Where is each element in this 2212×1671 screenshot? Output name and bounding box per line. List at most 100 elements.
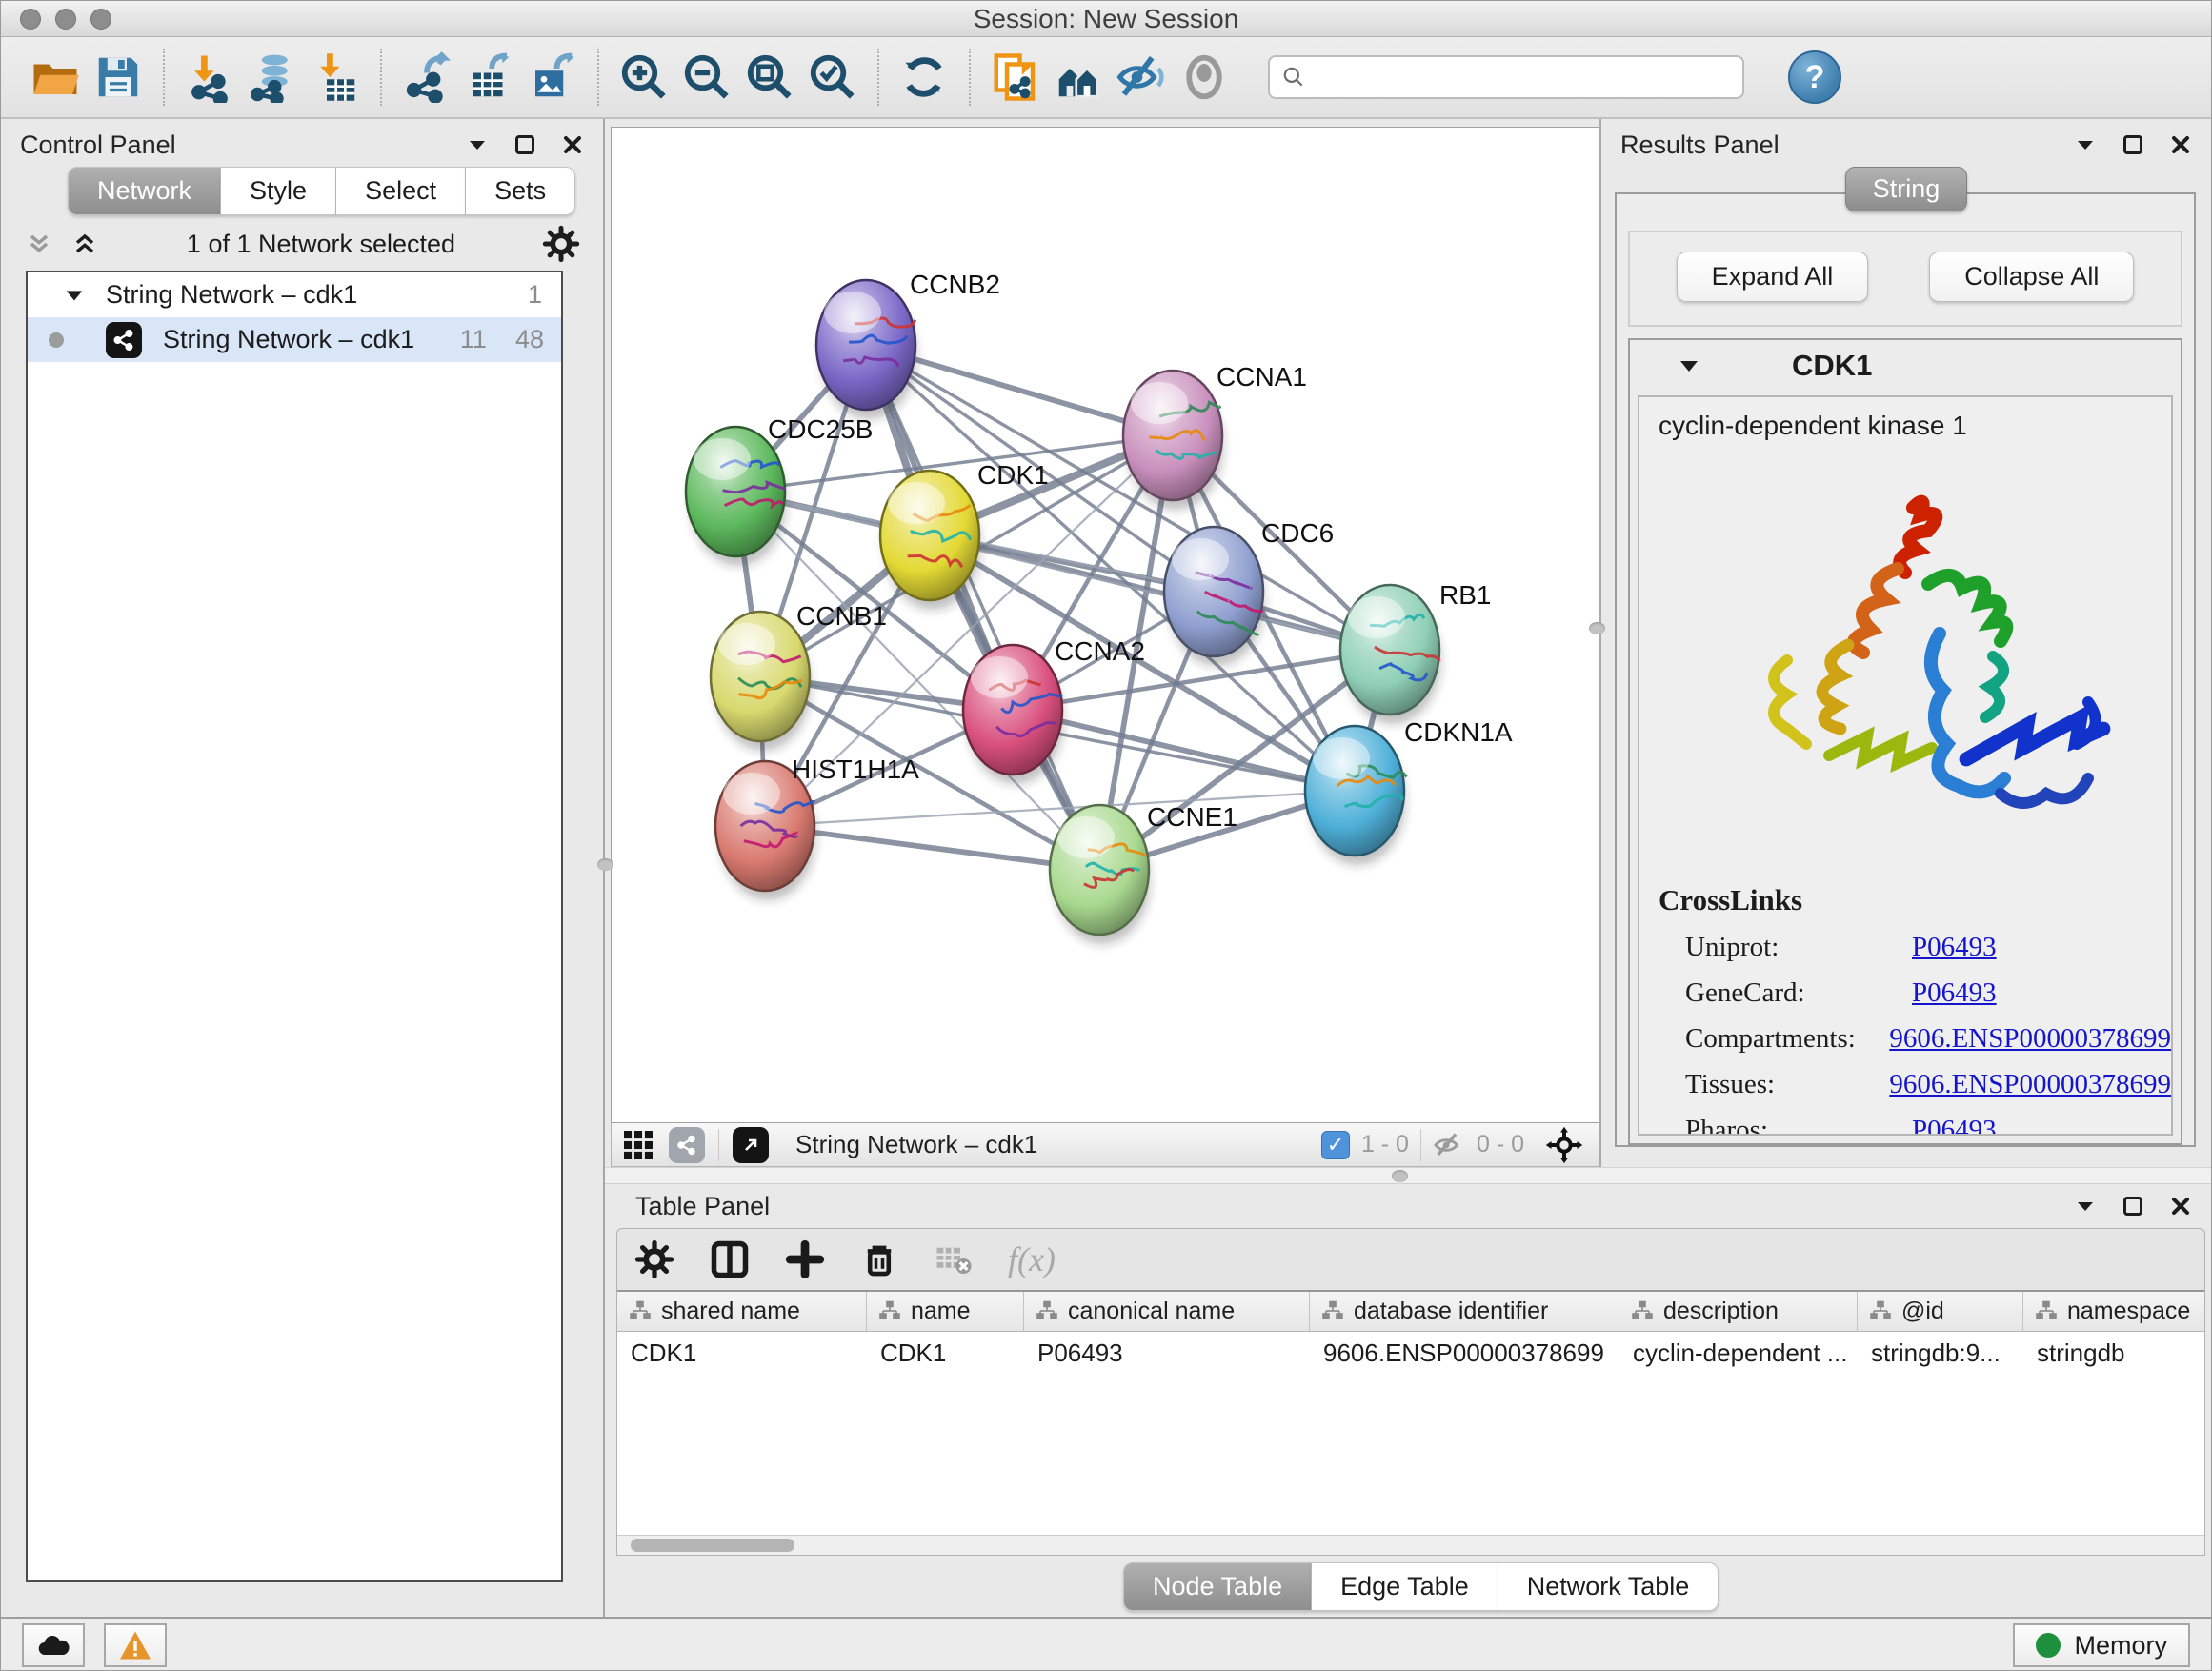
clone-network-button[interactable] xyxy=(984,46,1047,109)
import-table-button[interactable] xyxy=(304,46,367,109)
node-CCNB1[interactable]: CCNB1 xyxy=(711,601,887,751)
crosslink-link[interactable]: 9606.ENSP00000378699 xyxy=(1889,1023,2171,1055)
collapse-all-button[interactable]: Collapse All xyxy=(1929,252,2134,302)
horizontal-splitter[interactable] xyxy=(605,1167,2211,1184)
scrollbar-thumb[interactable] xyxy=(631,1539,794,1552)
node-CDK1[interactable]: CDK1 xyxy=(880,460,1049,610)
tab-select[interactable]: Select xyxy=(336,167,466,215)
export-image-button[interactable] xyxy=(521,46,584,109)
hidden-eye-slash-icon[interactable] xyxy=(1433,1129,1465,1161)
node-CDC25B[interactable]: CDC25B xyxy=(686,414,873,566)
zoom-out-button[interactable] xyxy=(675,46,738,109)
cloud-button[interactable] xyxy=(22,1623,85,1667)
close-panel-icon[interactable] xyxy=(2169,133,2192,156)
close-panel-icon[interactable] xyxy=(561,133,584,156)
float-panel-icon[interactable] xyxy=(515,135,534,154)
table-cell[interactable]: stringdb:9... xyxy=(1858,1332,2023,1374)
node-CCNB2[interactable]: CCNB2 xyxy=(816,270,1000,419)
zoom-window-button[interactable] xyxy=(90,9,111,30)
zoom-fit-button[interactable] xyxy=(738,46,801,109)
show-all-button[interactable] xyxy=(1173,46,1236,109)
save-session-button[interactable] xyxy=(87,46,150,109)
network-collection-row[interactable]: String Network – cdk1 1 xyxy=(28,272,561,317)
apply-layout-button[interactable] xyxy=(893,46,955,109)
selected-checkbox-icon[interactable]: ✓ xyxy=(1321,1131,1350,1159)
tab-node-table[interactable]: Node Table xyxy=(1123,1562,1312,1611)
close-window-button[interactable] xyxy=(20,9,41,30)
network-canvas[interactable]: CCNB2CCNA1CDC25BCDK1CDC6RB1CCNB1CCNA2CDK… xyxy=(611,127,1599,1123)
network-row[interactable]: String Network – cdk1 11 48 xyxy=(28,317,561,362)
export-table-button[interactable] xyxy=(458,46,521,109)
close-panel-icon[interactable] xyxy=(2169,1195,2192,1218)
table-cell[interactable]: 9606.ENSP00000378699 xyxy=(1310,1332,1619,1374)
collection-expander-icon[interactable] xyxy=(64,285,85,306)
node-CCNE1[interactable]: CCNE1 xyxy=(1050,802,1237,944)
edge-CCNB2-CCNE1[interactable] xyxy=(866,345,1099,870)
panel-splitter-handle[interactable] xyxy=(1589,622,1605,634)
show-columns-icon[interactable] xyxy=(709,1238,751,1280)
zoom-selected-button[interactable] xyxy=(801,46,864,109)
minimize-window-button[interactable] xyxy=(55,9,76,30)
zoom-in-button[interactable] xyxy=(613,46,675,109)
birdseye-toggle-icon[interactable] xyxy=(1545,1126,1583,1164)
create-column-icon[interactable] xyxy=(785,1239,825,1279)
function-builder-button[interactable]: f(x) xyxy=(1008,1239,1056,1279)
open-session-button[interactable] xyxy=(24,46,87,109)
column-header-database-identifier[interactable]: database identifier xyxy=(1310,1292,1619,1331)
table-cell[interactable]: cyclin-dependent ... xyxy=(1619,1332,1858,1374)
crosslink-link[interactable]: P06493 xyxy=(1912,977,1997,1009)
table-row[interactable]: CDK1CDK1P064939606.ENSP00000378699cyclin… xyxy=(617,1332,2204,1374)
column-header-shared-name[interactable]: shared name xyxy=(617,1292,867,1331)
expand-all-button[interactable]: Expand All xyxy=(1677,252,1869,302)
node-HIST1H1A[interactable]: HIST1H1A xyxy=(715,755,919,900)
delete-column-trash-icon[interactable] xyxy=(859,1239,899,1279)
hide-selected-button[interactable] xyxy=(1110,46,1173,109)
table-cell[interactable]: stringdb xyxy=(2023,1332,2212,1374)
node-CDKN1A[interactable]: CDKN1A xyxy=(1305,717,1513,865)
column-header-description[interactable]: description xyxy=(1619,1292,1858,1331)
open-in-browser-icon[interactable] xyxy=(733,1127,769,1163)
import-database-button[interactable] xyxy=(241,46,304,109)
memory-button[interactable]: Memory xyxy=(2013,1623,2190,1667)
column-header--id[interactable]: @id xyxy=(1858,1292,2023,1331)
tab-string[interactable]: String xyxy=(1845,167,1968,211)
search-input[interactable] xyxy=(1316,63,1731,92)
tab-network[interactable]: Network xyxy=(68,167,221,215)
tab-style[interactable]: Style xyxy=(221,167,336,215)
panel-menu-icon[interactable] xyxy=(2074,133,2097,156)
column-header-canonical-name[interactable]: canonical name xyxy=(1024,1292,1310,1331)
first-neighbors-button[interactable] xyxy=(1047,46,1110,109)
float-panel-icon[interactable] xyxy=(2123,135,2142,154)
splitter-handle[interactable] xyxy=(1392,1170,1408,1182)
grid-view-icon[interactable] xyxy=(621,1128,655,1162)
column-header-name[interactable]: name xyxy=(867,1292,1024,1331)
tab-edge-table[interactable]: Edge Table xyxy=(1312,1562,1498,1611)
warnings-button[interactable] xyxy=(104,1623,167,1667)
node-CCNA1[interactable]: CCNA1 xyxy=(1123,362,1307,510)
import-network-button[interactable] xyxy=(178,46,241,109)
collapse-all-icon[interactable] xyxy=(24,229,54,259)
expand-all-icon[interactable] xyxy=(70,229,100,259)
tab-sets[interactable]: Sets xyxy=(466,167,575,215)
crosslink-link[interactable]: P06493 xyxy=(1912,1115,1997,1136)
node-CDC6[interactable]: CDC6 xyxy=(1164,518,1334,666)
panel-menu-icon[interactable] xyxy=(466,133,489,156)
tab-network-table[interactable]: Network Table xyxy=(1498,1562,1719,1611)
column-header-namespace[interactable]: namespace xyxy=(2023,1292,2212,1331)
table-cell[interactable]: P06493 xyxy=(1024,1332,1310,1374)
table-options-gear-icon[interactable] xyxy=(634,1239,674,1279)
network-options-gear-icon[interactable] xyxy=(542,225,580,263)
node-RB1[interactable]: RB1 xyxy=(1340,580,1491,724)
table-cell[interactable]: CDK1 xyxy=(617,1332,867,1374)
crosslink-link[interactable]: P06493 xyxy=(1912,932,1997,963)
section-collapse-icon[interactable] xyxy=(1678,354,1700,377)
panel-menu-icon[interactable] xyxy=(2074,1195,2097,1218)
export-network-button[interactable] xyxy=(395,46,458,109)
panel-splitter-handle[interactable] xyxy=(597,858,613,871)
delete-table-icon[interactable] xyxy=(934,1239,974,1279)
float-panel-icon[interactable] xyxy=(2123,1197,2142,1216)
table-cell[interactable]: CDK1 xyxy=(867,1332,1024,1374)
help-button[interactable]: ? xyxy=(1788,50,1841,104)
gene-section-header[interactable]: CDK1 xyxy=(1630,340,2181,392)
share-view-icon[interactable] xyxy=(669,1127,705,1163)
